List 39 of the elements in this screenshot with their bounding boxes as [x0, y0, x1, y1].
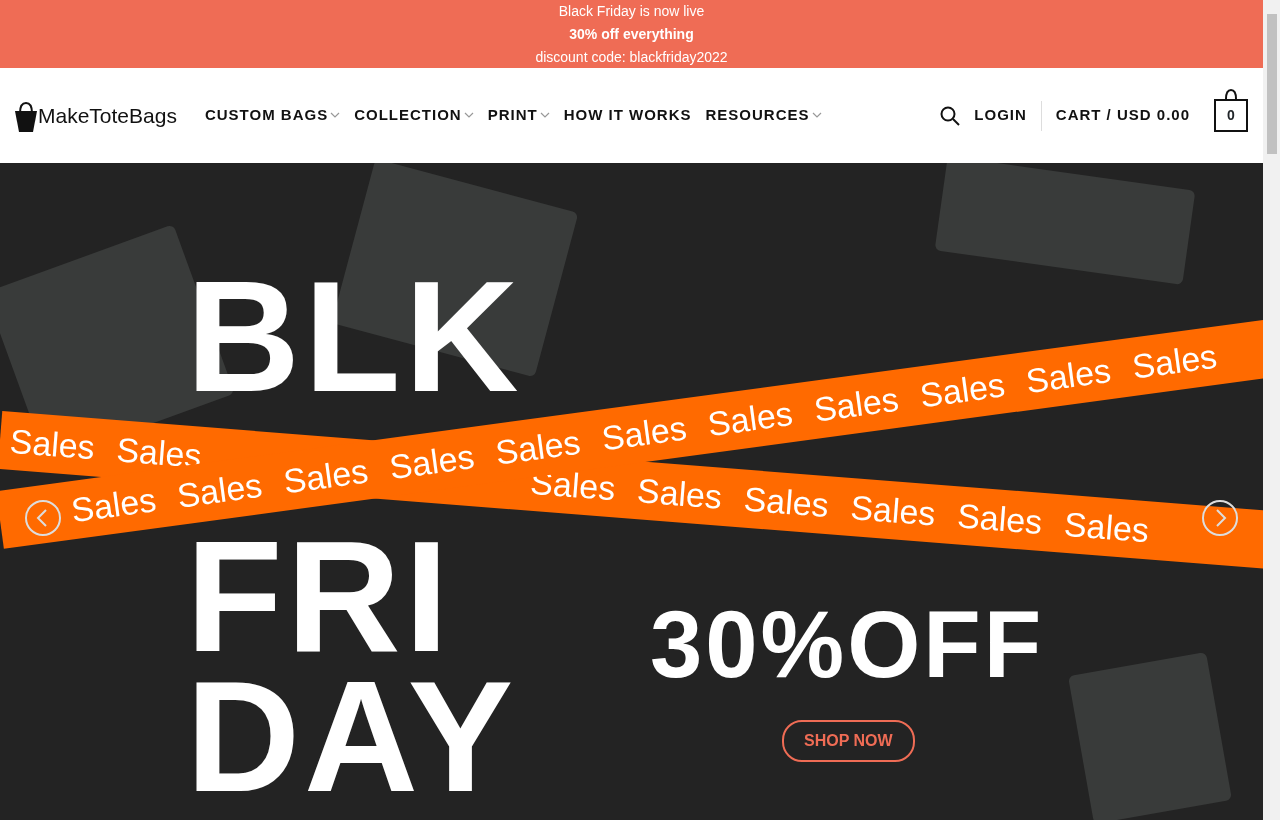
logo-text: MakeToteBags — [38, 103, 177, 129]
headline-text: FRI — [186, 531, 453, 661]
next-slide-icon[interactable] — [1202, 500, 1238, 536]
announcement-text: discount code: blackfriday2022 — [535, 47, 728, 67]
tape-text: Sales — [1128, 335, 1221, 388]
tape-text: Sales — [492, 421, 584, 472]
scrollbar-thumb[interactable] — [1266, 14, 1277, 154]
tape-text: Sales — [916, 363, 1008, 416]
bag-handle-icon — [1224, 89, 1238, 99]
tape-text: Sales — [704, 392, 796, 445]
headline-text: DAY — [186, 671, 518, 801]
tape-text: Sales — [598, 406, 690, 459]
tape-text: Sales — [1022, 349, 1114, 402]
tape-text: Sales — [955, 494, 1045, 543]
nav-link[interactable]: RESOURCES — [705, 104, 822, 127]
tape-text: Sales — [1062, 503, 1151, 551]
tape-text: Sales — [386, 435, 478, 488]
login-link[interactable]: LOGIN — [974, 104, 1027, 127]
nav-link[interactable]: COLLECTION — [354, 104, 474, 127]
nav-link[interactable]: HOW IT WORKS — [563, 104, 692, 127]
tote-bag-icon — [15, 99, 37, 132]
tape-text: Sales — [741, 478, 831, 526]
cart-count[interactable]: 0 — [1214, 99, 1248, 132]
tape-text: Sales — [848, 486, 938, 535]
nav-link[interactable]: CUSTOM BAGS — [204, 104, 341, 127]
tape-text: Sales — [7, 420, 97, 468]
tape-text: Sales — [635, 469, 724, 518]
offer-text: 30%OFF — [650, 595, 1045, 695]
announcement-text: Black Friday is now live — [558, 1, 705, 21]
search-icon[interactable] — [940, 105, 961, 126]
tape-text: Sales — [67, 478, 160, 531]
announcement-text: 30% off everything — [569, 24, 694, 44]
shop-now-button[interactable]: SHOP NOW — [782, 720, 915, 762]
headline-text: BLK — [186, 271, 523, 401]
tape-text: Sales — [810, 378, 902, 431]
tape-text: Sales — [280, 449, 372, 502]
nav-link[interactable]: PRINT — [487, 104, 550, 127]
cart-link[interactable]: CART / USD 0.00 — [1055, 104, 1190, 127]
site-logo[interactable]: MakeToteBags — [15, 99, 177, 132]
